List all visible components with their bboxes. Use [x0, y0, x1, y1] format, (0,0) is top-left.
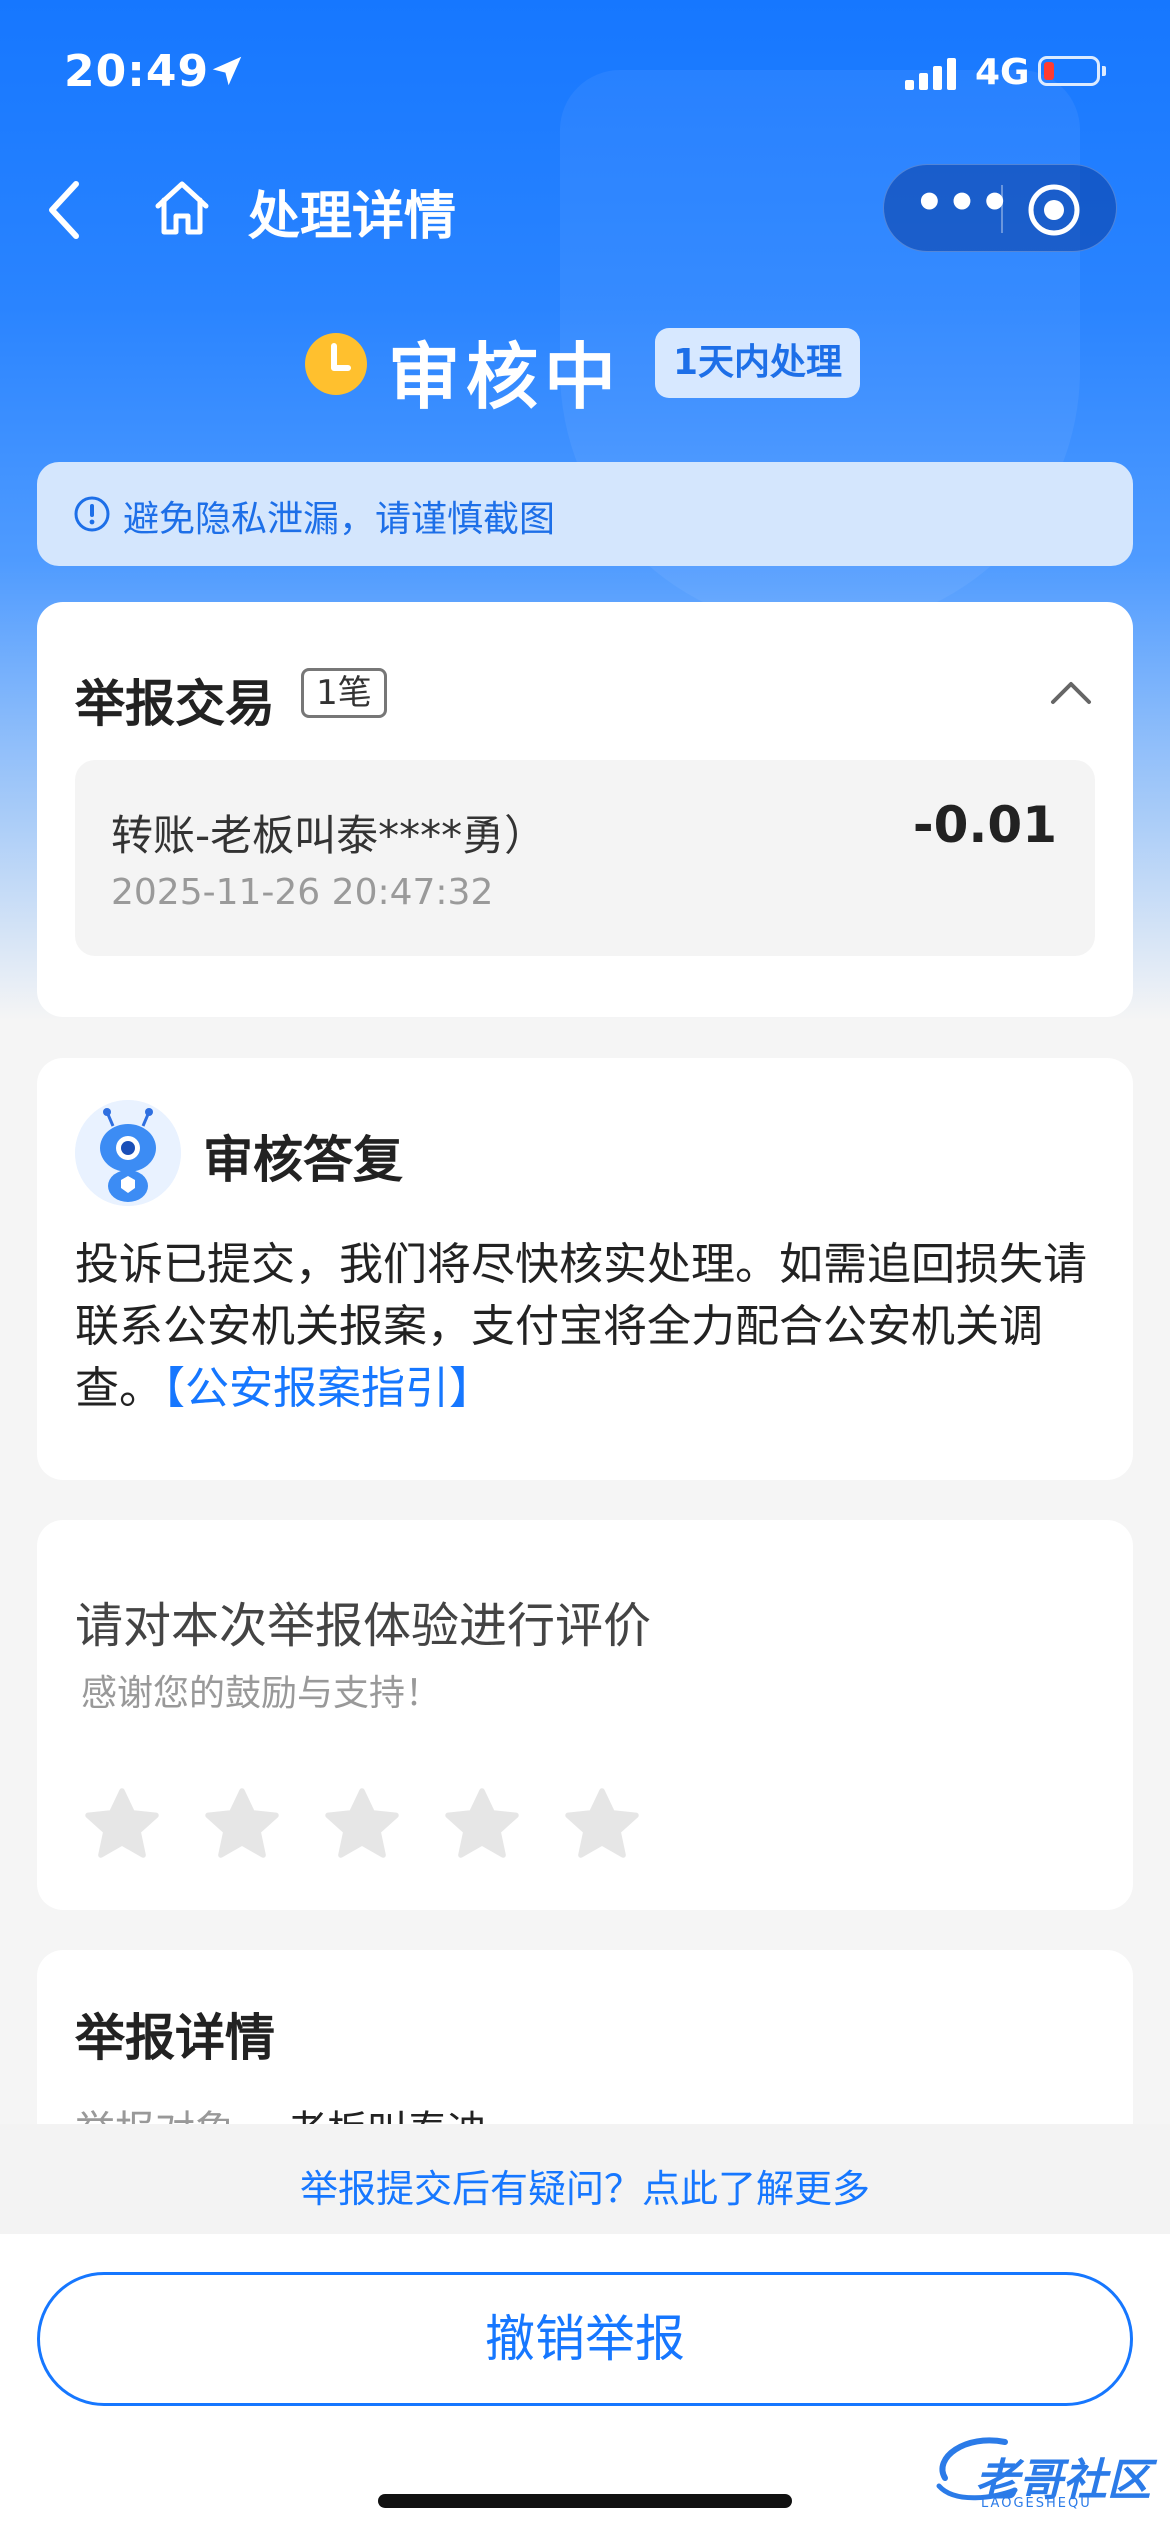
- transaction-item[interactable]: 转账-老板叫泰****勇） -0.01 2025-11-26 20:47:32: [75, 760, 1095, 956]
- section-title: 举报交易: [75, 675, 275, 733]
- chevron-up-icon[interactable]: [1049, 678, 1093, 710]
- home-indicator: [378, 2494, 792, 2508]
- privacy-notice: 避免隐私泄漏，请谨慎截图: [37, 462, 1133, 566]
- back-arrow-icon[interactable]: [44, 178, 84, 246]
- count-badge: 1笔: [301, 668, 387, 718]
- section-title: 举报详情: [75, 2009, 275, 2067]
- nav-bar: 处理详情 •••: [0, 160, 1170, 260]
- status-bar: 20:49 4G: [0, 46, 1170, 106]
- mini-program-capsule: •••: [883, 164, 1117, 252]
- review-reply-card: 审核答复 投诉已提交，我们将尽快核实处理。如需追回损失请联系公安机关报案，支付宝…: [37, 1058, 1133, 1480]
- reply-body: 投诉已提交，我们将尽快核实处理。如需追回损失请联系公安机关报案，支付宝将全力配合…: [75, 1234, 1105, 1420]
- avatar: [75, 1100, 181, 1206]
- info-icon: [73, 495, 111, 537]
- rating-title: 请对本次举报体验进行评价: [75, 1598, 652, 1654]
- star-icon[interactable]: [559, 1782, 645, 1872]
- star-icon[interactable]: [199, 1782, 285, 1872]
- star-rating: [79, 1782, 679, 1872]
- page-title: 处理详情: [248, 187, 457, 247]
- rating-card: 请对本次举报体验进行评价 感谢您的鼓励与支持！: [37, 1520, 1133, 1910]
- site-watermark-logo: 老哥社区 LAOGESHEQU: [925, 2428, 1160, 2511]
- rating-subtitle: 感谢您的鼓励与支持！: [81, 1673, 442, 1714]
- police-guide-link[interactable]: 【公安报案指引】: [163, 1363, 493, 1414]
- cancel-report-button[interactable]: 撤销举报: [37, 2272, 1133, 2406]
- location-arrow-icon: [208, 52, 246, 94]
- notice-text: 避免隐私泄漏，请谨慎截图: [123, 499, 556, 540]
- section-title: 审核答复: [203, 1131, 403, 1189]
- network-type: 4G: [975, 52, 1030, 93]
- star-icon[interactable]: [439, 1782, 525, 1872]
- close-target-icon[interactable]: [1027, 183, 1081, 241]
- star-icon[interactable]: [319, 1782, 405, 1872]
- transaction-name: 转账-老板叫泰****勇）: [111, 811, 547, 860]
- more-icon[interactable]: •••: [914, 175, 1012, 231]
- battery-icon: [1038, 56, 1106, 86]
- signal-icon: [905, 58, 961, 94]
- reported-transactions-card: 举报交易 1笔 转账-老板叫泰****勇） -0.01 2025-11-26 2…: [37, 602, 1133, 1017]
- home-icon[interactable]: [150, 176, 214, 244]
- status-time: 20:49: [64, 46, 210, 97]
- processing-time-badge: 1天内处理: [655, 328, 861, 398]
- faq-bar: 举报提交后有疑问？点此了解更多: [0, 2124, 1170, 2234]
- watermark-subtext: LAOGESHEQU: [981, 2496, 1092, 2511]
- clock-icon: [304, 332, 368, 400]
- star-icon[interactable]: [79, 1782, 165, 1872]
- transaction-datetime: 2025-11-26 20:47:32: [111, 872, 494, 913]
- status-label: 审核中: [388, 335, 623, 419]
- transaction-amount: -0.01: [912, 796, 1057, 854]
- review-status: 审核中 1天内处理: [0, 318, 1170, 419]
- faq-link[interactable]: 举报提交后有疑问？点此了解更多: [300, 2167, 870, 2211]
